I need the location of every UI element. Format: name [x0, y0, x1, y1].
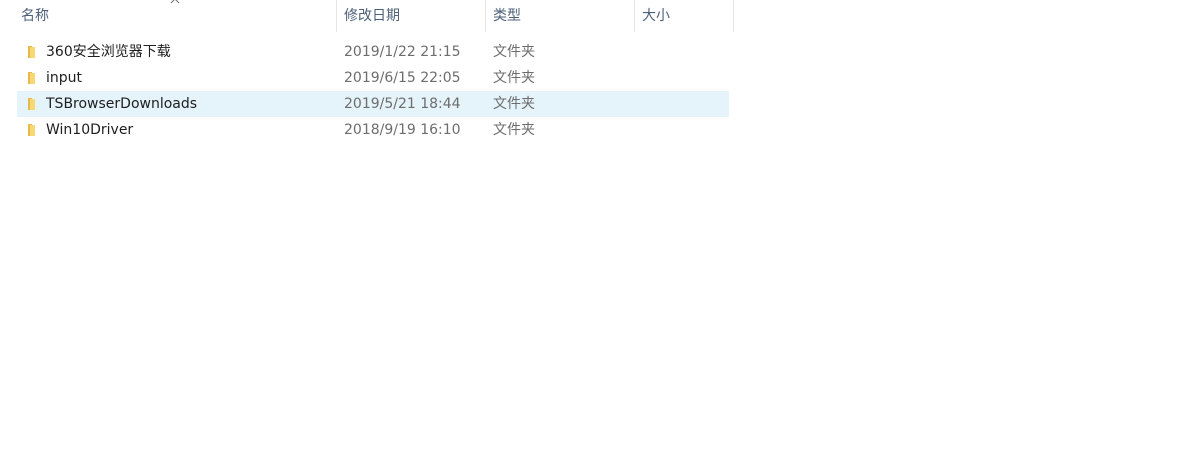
column-divider[interactable]: [733, 0, 734, 32]
folder-icon: [24, 122, 40, 138]
file-name: 360安全浏览器下载: [46, 44, 171, 60]
file-name: TSBrowserDownloads: [46, 96, 198, 112]
column-divider[interactable]: [336, 0, 337, 32]
file-row[interactable]: Win10Driver 2018/9/19 16:10 文件夹: [17, 117, 729, 143]
column-divider[interactable]: [634, 0, 635, 32]
folder-icon: [24, 44, 40, 60]
file-type: 文件夹: [493, 44, 535, 60]
column-header: 名称 修改日期 类型 大小: [0, 0, 734, 32]
file-row-hovered[interactable]: TSBrowserDownloads 2019/5/21 18:44 文件夹: [17, 91, 729, 117]
file-type: 文件夹: [493, 96, 535, 112]
column-divider[interactable]: [485, 0, 486, 32]
column-header-type[interactable]: 类型: [487, 0, 635, 32]
folder-icon: [24, 70, 40, 86]
file-name: input: [46, 70, 83, 86]
file-modified: 2019/5/21 18:44: [344, 96, 461, 112]
file-name: Win10Driver: [46, 122, 134, 138]
column-header-size[interactable]: 大小: [636, 0, 734, 32]
column-header-name[interactable]: 名称: [15, 0, 337, 32]
file-modified: 2019/1/22 21:15: [344, 44, 461, 60]
file-list-view: 名称 修改日期 类型 大小 360安全浏览器下载 2019/1/22 21:15…: [0, 0, 1196, 476]
file-row[interactable]: 360安全浏览器下载 2019/1/22 21:15 文件夹: [17, 39, 729, 65]
column-header-modified[interactable]: 修改日期: [338, 0, 486, 32]
file-modified: 2018/9/19 16:10: [344, 122, 461, 138]
folder-icon: [24, 96, 40, 112]
file-type: 文件夹: [493, 122, 535, 138]
file-type: 文件夹: [493, 70, 535, 86]
file-row[interactable]: input 2019/6/15 22:05 文件夹: [17, 65, 729, 91]
file-modified: 2019/6/15 22:05: [344, 70, 461, 86]
